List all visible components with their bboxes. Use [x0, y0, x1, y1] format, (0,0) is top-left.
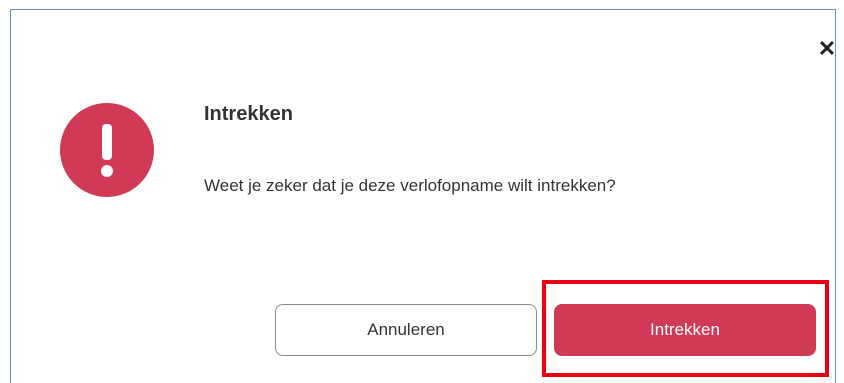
dialog-border-left [10, 9, 11, 383]
cancel-button-label: Annuleren [367, 320, 445, 339]
exclamation-icon [60, 103, 154, 197]
dialog-border-top [10, 9, 836, 10]
close-button[interactable]: ✕ [812, 34, 842, 64]
dialog-title: Intrekken [204, 103, 293, 125]
dialog-message: Weet je zeker dat je deze verlofopname w… [204, 176, 616, 195]
dialog-border-right [835, 9, 836, 383]
close-icon: ✕ [817, 36, 837, 61]
confirm-button-label: Intrekken [650, 320, 720, 339]
confirm-withdraw-button[interactable]: Intrekken [554, 304, 816, 356]
dialog-window: ✕ Intrekken Weet je zeker dat je deze ve… [0, 0, 844, 383]
cancel-button[interactable]: Annuleren [275, 304, 537, 356]
exclamation-glyph [101, 124, 113, 177]
